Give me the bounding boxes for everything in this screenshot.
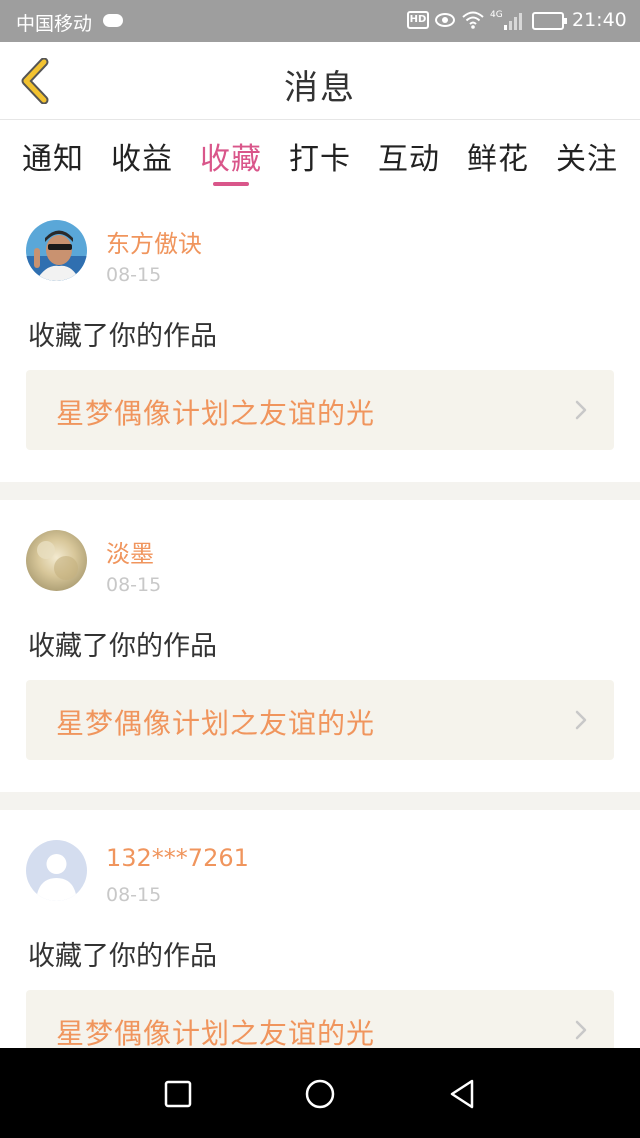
- chevron-right-icon: [575, 1020, 587, 1040]
- network-type: 4G: [490, 10, 503, 20]
- tab-label: 互动: [378, 142, 440, 177]
- status-bar: 中国移动 HD 4G 21:40: [0, 0, 640, 42]
- username[interactable]: 淡墨: [106, 534, 154, 569]
- recent-apps-icon[interactable]: [160, 1076, 196, 1112]
- header: 消息: [0, 42, 640, 120]
- work-title: 星梦偶像计划之友谊的光: [56, 707, 376, 740]
- tab-interactions[interactable]: 互动: [378, 120, 440, 190]
- action-text: 收藏了你的作品: [28, 631, 217, 662]
- avatar[interactable]: [26, 530, 87, 591]
- signal-icon: 4G: [490, 10, 522, 30]
- username[interactable]: 132***7261: [106, 844, 249, 872]
- action-text: 收藏了你的作品: [28, 941, 217, 972]
- wifi-icon: [462, 11, 484, 29]
- work-link[interactable]: 星梦偶像计划之友谊的光: [26, 680, 614, 760]
- work-title: 星梦偶像计划之友谊的光: [56, 1017, 376, 1050]
- tab-label: 收益: [111, 142, 173, 177]
- hd-badge: HD: [407, 11, 429, 29]
- timestamp: 08-15: [106, 264, 162, 286]
- tab-flowers[interactable]: 鲜花: [467, 120, 529, 190]
- active-tab-indicator: [213, 182, 249, 186]
- cloud-icon: [103, 14, 123, 27]
- avatar[interactable]: [26, 220, 87, 281]
- divider: [0, 792, 640, 810]
- tab-checkin[interactable]: 打卡: [289, 120, 351, 190]
- list-item: 东方傲诀 08-15 收藏了你的作品 星梦偶像计划之友谊的光: [0, 190, 640, 482]
- timestamp: 08-15: [106, 574, 162, 596]
- tab-favorites[interactable]: 收藏: [200, 120, 262, 190]
- default-avatar-icon[interactable]: [26, 840, 87, 901]
- system-nav-bar: [0, 1048, 640, 1138]
- username[interactable]: 东方傲诀: [106, 224, 202, 259]
- action-text: 收藏了你的作品: [28, 321, 217, 352]
- tab-label: 关注: [556, 142, 618, 177]
- tab-following[interactable]: 关注: [556, 120, 618, 190]
- tab-label: 收藏: [200, 142, 262, 177]
- page-title: 消息: [284, 68, 356, 108]
- message-list: 东方傲诀 08-15 收藏了你的作品 星梦偶像计划之友谊的光 淡墨 08-15 …: [0, 190, 640, 1102]
- tab-bar: 通知 收益 收藏 打卡 互动 鲜花 关注: [0, 120, 640, 190]
- home-icon[interactable]: [302, 1076, 338, 1112]
- tab-label: 打卡: [289, 142, 351, 177]
- eye-icon: [435, 13, 455, 27]
- tab-earnings[interactable]: 收益: [111, 120, 173, 190]
- tab-label: 鲜花: [467, 142, 529, 177]
- list-item: 淡墨 08-15 收藏了你的作品 星梦偶像计划之友谊的光: [0, 500, 640, 792]
- timestamp: 08-15: [106, 884, 162, 906]
- chevron-right-icon: [575, 400, 587, 420]
- tab-label: 通知: [22, 142, 84, 177]
- carrier-name: 中国移动: [16, 13, 93, 35]
- tab-notifications[interactable]: 通知: [22, 120, 84, 190]
- chevron-right-icon: [575, 710, 587, 730]
- work-link[interactable]: 星梦偶像计划之友谊的光: [26, 370, 614, 450]
- battery-icon: [532, 12, 567, 30]
- work-title: 星梦偶像计划之友谊的光: [56, 397, 376, 430]
- divider: [0, 482, 640, 500]
- back-triangle-icon[interactable]: [444, 1076, 480, 1112]
- clock-time: 21:40: [572, 9, 627, 31]
